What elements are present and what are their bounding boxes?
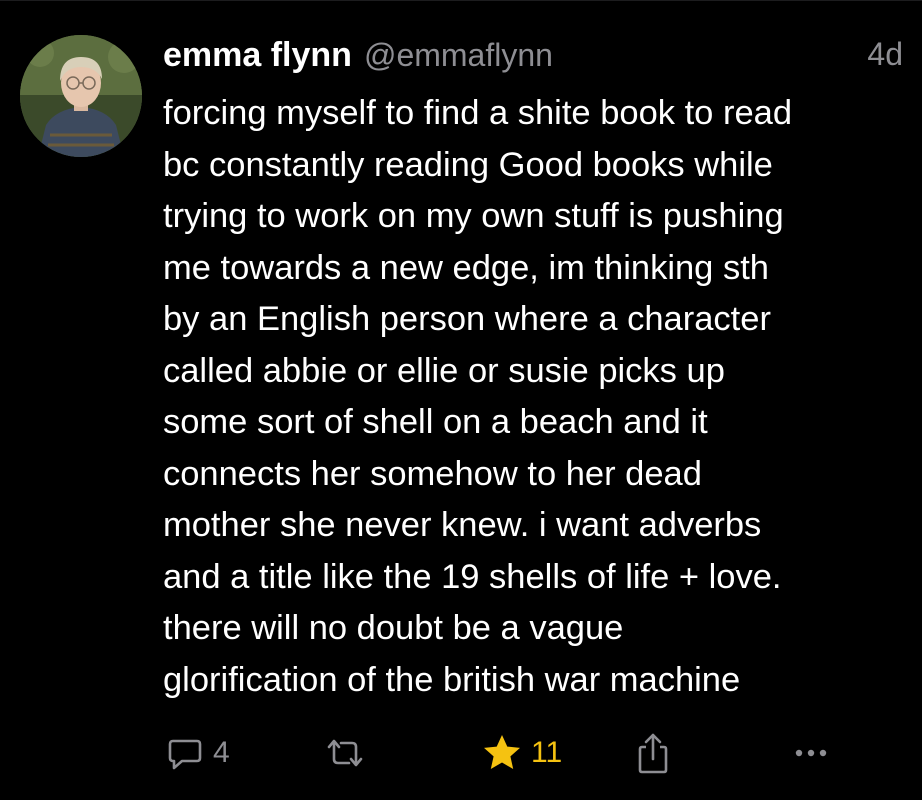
post-text-line: and a title like the 19 shells of life +… xyxy=(163,557,782,596)
post-timestamp[interactable]: 4d xyxy=(867,36,903,73)
post-text-line: forcing myself to find a shite book to r… xyxy=(163,94,793,132)
post-text-line: called abbie or ellie or susie picks up xyxy=(163,351,725,390)
reply-count: 4 xyxy=(213,736,230,769)
post-text-line: mother she never knew. i want adverbs xyxy=(163,506,762,544)
ellipsis-icon xyxy=(795,749,827,757)
post-text-line: there will no doubt be a vague xyxy=(163,609,624,647)
top-divider xyxy=(0,0,922,1)
reply-button[interactable]: 4 xyxy=(165,728,230,778)
share-button[interactable] xyxy=(635,728,671,778)
like-count: 11 xyxy=(531,736,563,769)
post-action-bar: 4 11 xyxy=(163,728,908,778)
repost-arrows-icon xyxy=(327,739,363,767)
more-options-button[interactable] xyxy=(791,728,831,778)
post-text-line: glorification of the british war machine xyxy=(163,660,741,699)
share-upload-icon xyxy=(638,733,668,774)
avatar[interactable] xyxy=(20,35,142,157)
reply-bubble-icon xyxy=(168,739,202,770)
like-button[interactable]: 11 xyxy=(481,728,562,778)
post-header: emma flynn @emmaflynn 4d xyxy=(163,36,903,80)
post-text-line: bc constantly reading Good books while xyxy=(163,145,773,184)
post-text-line: by an English person where a character xyxy=(163,300,771,338)
post-text-line: trying to work on my own stuff is pushin… xyxy=(163,197,784,235)
post-text-line: me towards a new edge, im thinking sth xyxy=(163,248,769,287)
post-text-line: connects her somehow to her dead xyxy=(163,454,702,493)
star-icon xyxy=(484,735,520,769)
avatar-image xyxy=(20,35,142,157)
post-text-line: some sort of shell on a beach and it xyxy=(163,403,708,441)
post-body: forcing myself to find a shite book to r… xyxy=(163,88,908,706)
author-display-name[interactable]: emma flynn xyxy=(163,36,352,75)
repost-button[interactable] xyxy=(323,728,375,778)
author-handle[interactable]: @emmaflynn xyxy=(364,37,553,74)
